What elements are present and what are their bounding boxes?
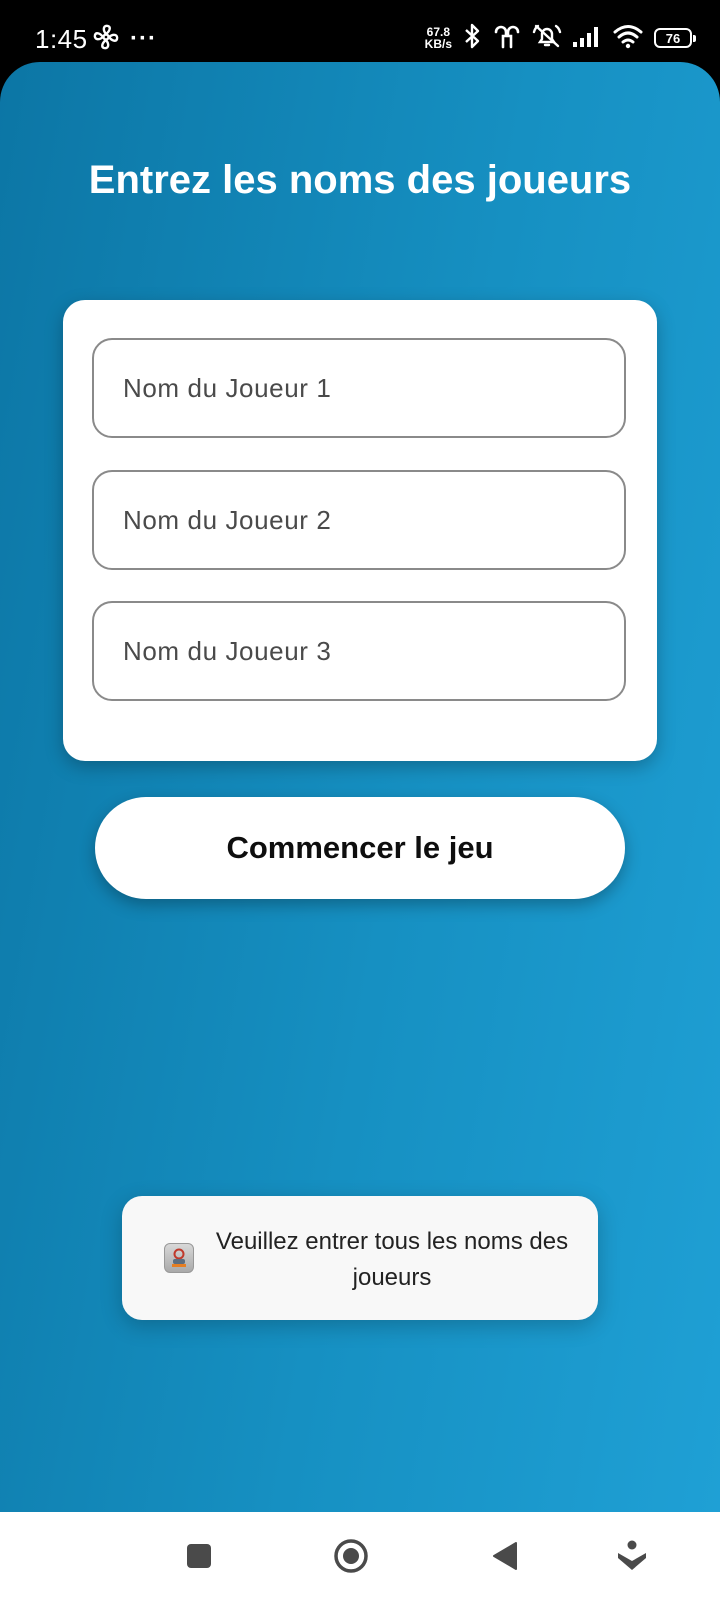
network-speed-unit: KB/s <box>424 37 452 51</box>
navigation-bar <box>0 1512 720 1600</box>
player-2-name-field[interactable] <box>92 470 626 570</box>
signal-icon <box>572 24 602 53</box>
battery-icon: 76 <box>654 28 696 48</box>
player-names-card <box>63 300 657 761</box>
earbuds-icon <box>492 22 522 55</box>
fan-icon <box>92 23 120 56</box>
network-speed: 67.8 KB/s <box>425 26 452 50</box>
back-triangle-icon[interactable] <box>487 1538 523 1574</box>
toast-message: Veuillez entrer tous les noms des joueur… <box>122 1196 598 1320</box>
status-left-icons: ··· <box>92 24 157 54</box>
status-right-icons: 67.8 KB/s 76 <box>425 20 696 56</box>
recents-square-icon[interactable] <box>181 1538 217 1574</box>
player-1-name-field[interactable] <box>92 338 626 438</box>
app-icon <box>164 1243 194 1273</box>
alarm-off-icon <box>532 22 562 55</box>
phone-screen: 1:45 ··· 67.8 KB/s 76 Entrez les noms de… <box>0 0 720 1600</box>
start-game-button[interactable]: Commencer le jeu <box>95 797 625 899</box>
status-time: 1:45 <box>35 24 88 54</box>
page-title: Entrez les noms des joueurs <box>88 158 632 202</box>
wifi-icon <box>612 23 644 54</box>
bluetooth-icon <box>462 22 482 55</box>
app-content: Entrez les noms des joueurs Commencer le… <box>0 62 720 1512</box>
more-notifications-indicator: ··· <box>130 25 157 52</box>
battery-level: 76 <box>665 30 681 46</box>
toast-text: Veuillez entrer tous les noms des joueur… <box>215 1228 569 1291</box>
player-3-name-field[interactable] <box>92 601 626 701</box>
assistant-icon[interactable] <box>614 1538 650 1574</box>
home-circle-icon[interactable] <box>333 1538 369 1574</box>
